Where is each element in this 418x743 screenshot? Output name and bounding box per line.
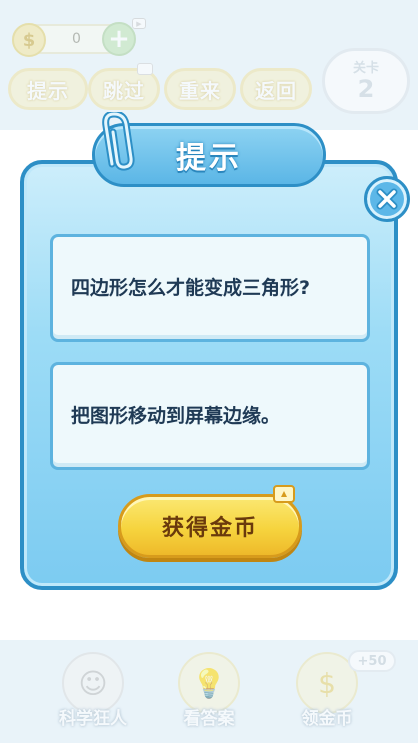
skip-button[interactable]: 跳过 bbox=[88, 63, 160, 110]
skip-button-label: 跳过 bbox=[103, 78, 145, 103]
coin-icon: $ bbox=[12, 23, 46, 57]
question-card: 四边形怎么才能变成三角形? bbox=[50, 234, 370, 342]
level-label: 关卡 bbox=[352, 61, 379, 76]
video-ad-icon: ▶ bbox=[132, 18, 146, 29]
hint-button[interactable]: 提示 bbox=[8, 68, 88, 110]
add-coins-button[interactable]: + bbox=[102, 22, 136, 56]
mad-scientist-label: 科学狂人 bbox=[59, 709, 127, 729]
view-answer-button[interactable]: 💡 看答案 bbox=[154, 652, 264, 729]
restart-button[interactable]: 重来 bbox=[164, 68, 236, 110]
claim-coins-label: 领金币 bbox=[301, 709, 353, 729]
level-indicator: 关卡 2 bbox=[322, 48, 410, 114]
close-icon bbox=[376, 188, 398, 210]
hint-text: 把图形移动到屏幕边缘。 bbox=[71, 405, 281, 427]
coin-counter: $ 0 + ▶ bbox=[12, 18, 146, 57]
paperclip-icon bbox=[102, 112, 135, 171]
back-button[interactable]: 返回 bbox=[240, 68, 312, 110]
mad-scientist-button[interactable]: ☺ 科学狂人 bbox=[38, 652, 148, 729]
question-text: 四边形怎么才能变成三角形? bbox=[71, 277, 311, 299]
coin-count: 0 bbox=[72, 31, 81, 47]
view-answer-label: 看答案 bbox=[183, 709, 235, 729]
hint-card: 把图形移动到屏幕边缘。 bbox=[50, 362, 370, 470]
level-number: 2 bbox=[357, 75, 375, 103]
close-button[interactable] bbox=[364, 176, 410, 222]
video-ad-icon bbox=[137, 63, 153, 75]
get-coins-button[interactable]: 获得金币 bbox=[118, 485, 302, 558]
coin-bonus-badge: +50 bbox=[348, 650, 396, 672]
get-coins-label: 获得金币 bbox=[161, 516, 258, 541]
video-ad-icon bbox=[273, 485, 295, 503]
